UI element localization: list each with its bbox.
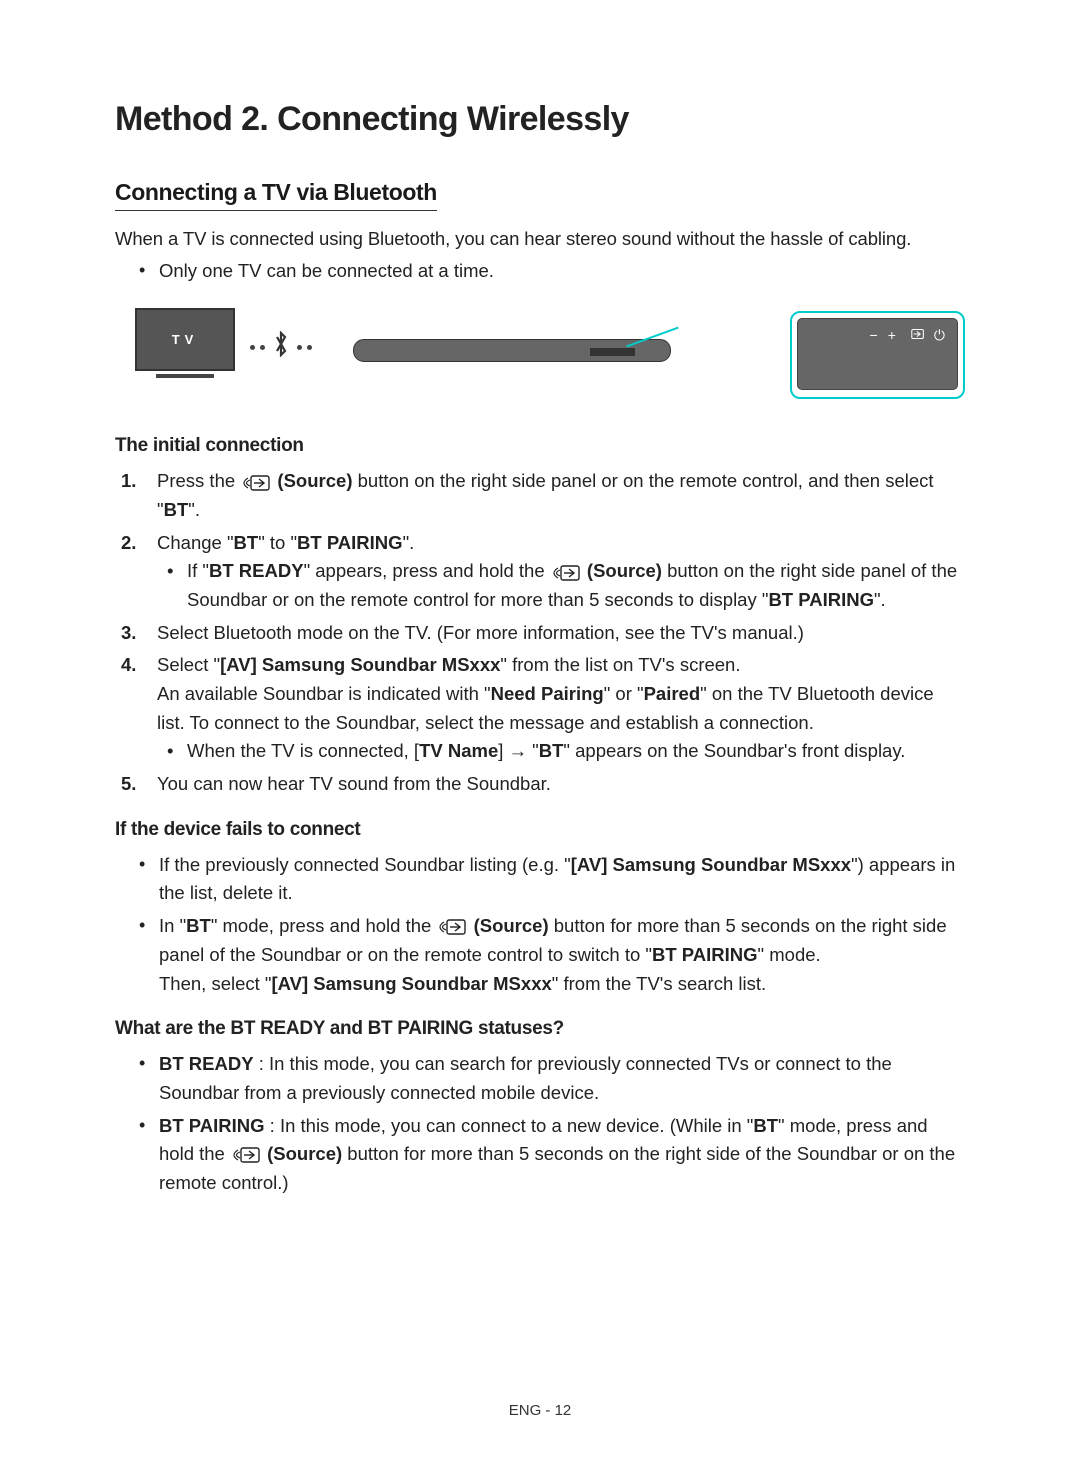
page-title: Method 2. Connecting Wirelessly bbox=[115, 100, 965, 139]
tv-graphic: TV bbox=[135, 308, 235, 378]
power-icon: ⏻ bbox=[934, 327, 945, 344]
source-icon bbox=[232, 1147, 260, 1163]
soundbar-graphic bbox=[353, 339, 671, 362]
bullet-single-tv: Only one TV can be connected at a time. bbox=[139, 257, 965, 286]
bluetooth-icon bbox=[273, 331, 289, 364]
connection-diagram: TV − + ⏻ bbox=[115, 305, 965, 405]
step-2: Change "BT" to "BT PAIRING". If "BT READ… bbox=[121, 529, 965, 615]
step-2-sub: If "BT READY" appears, press and hold th… bbox=[167, 557, 965, 614]
heading-initial-connection: The initial connection bbox=[115, 435, 965, 457]
heading-fails: If the device fails to connect bbox=[115, 819, 965, 841]
source-icon bbox=[438, 919, 466, 935]
step-3: Select Bluetooth mode on the TV. (For mo… bbox=[121, 619, 965, 648]
plus-icon: + bbox=[888, 327, 896, 343]
fails-bullet-2: In "BT" mode, press and hold the (Source… bbox=[139, 912, 965, 998]
step-4-sub: When the TV is connected, [TV Name] → "B… bbox=[167, 737, 965, 766]
step-5: You can now hear TV sound from the Sound… bbox=[121, 770, 965, 799]
intro-text: When a TV is connected using Bluetooth, … bbox=[115, 225, 965, 253]
step-4: Select "[AV] Samsung Soundbar MSxxx" fro… bbox=[121, 651, 965, 766]
status-btpairing: BT PAIRING : In this mode, you can conne… bbox=[139, 1112, 965, 1198]
source-panel-icon bbox=[906, 327, 924, 344]
section-heading-bluetooth: Connecting a TV via Bluetooth bbox=[115, 179, 437, 211]
side-panel-callout: − + ⏻ bbox=[790, 311, 965, 399]
source-icon bbox=[552, 565, 580, 581]
step-1: Press the (Source) button on the right s… bbox=[121, 467, 965, 524]
status-btready: BT READY : In this mode, you can search … bbox=[139, 1050, 965, 1107]
minus-icon: − bbox=[870, 327, 878, 343]
source-icon bbox=[242, 475, 270, 491]
bluetooth-signal bbox=[250, 331, 312, 364]
tv-stand bbox=[156, 374, 214, 378]
heading-statuses: What are the BT READY and BT PAIRING sta… bbox=[115, 1018, 965, 1040]
fails-bullet-1: If the previously connected Soundbar lis… bbox=[139, 851, 965, 908]
tv-screen: TV bbox=[135, 308, 235, 371]
page-footer: ENG - 12 bbox=[0, 1402, 1080, 1419]
